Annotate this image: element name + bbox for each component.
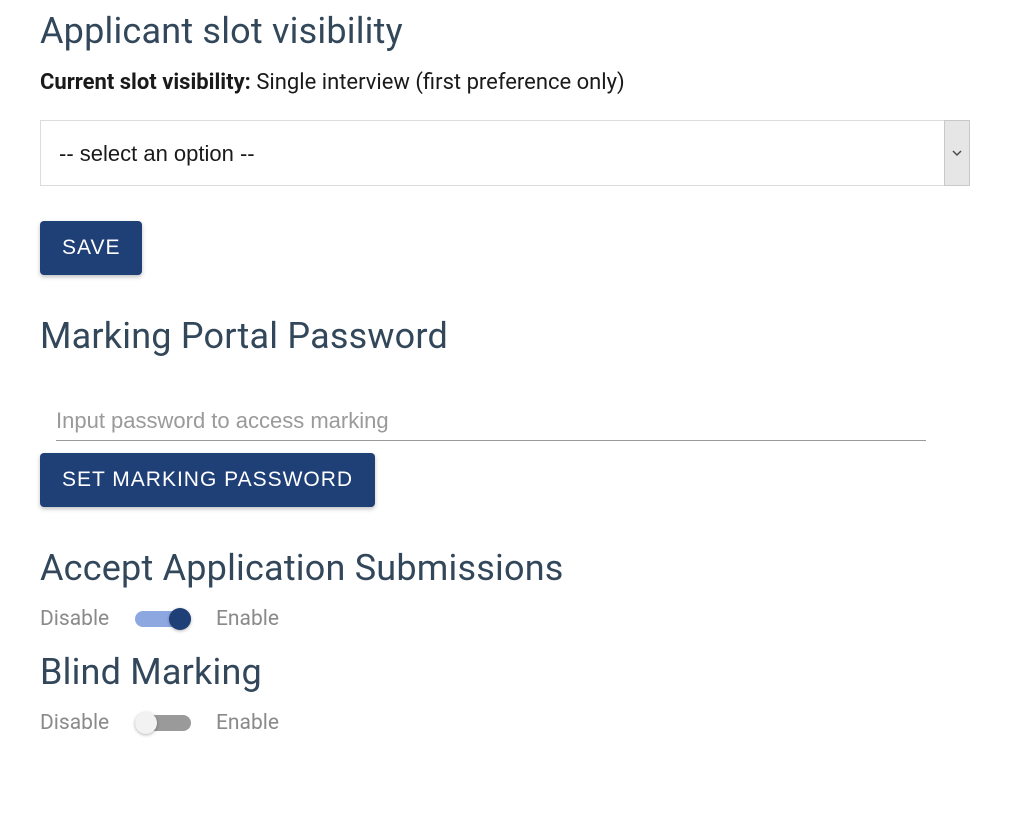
toggle-thumb bbox=[169, 608, 191, 630]
slot-visibility-section: Applicant slot visibility Current slot v… bbox=[40, 10, 970, 275]
marking-password-input-wrap bbox=[40, 402, 970, 441]
accept-submissions-section: Accept Application Submissions Disable E… bbox=[40, 547, 970, 631]
blind-marking-section: Blind Marking Disable Enable bbox=[40, 651, 970, 735]
accept-submissions-enable-label: Enable bbox=[216, 607, 286, 631]
accept-submissions-toggle[interactable] bbox=[135, 608, 191, 630]
current-slot-visibility-value: Single interview (first preference only) bbox=[256, 70, 624, 95]
slot-visibility-select[interactable]: -- select an option -- bbox=[40, 120, 970, 186]
current-slot-visibility-label: Current slot visibility: bbox=[40, 70, 251, 95]
accept-submissions-disable-label: Disable bbox=[40, 607, 110, 631]
slot-visibility-heading: Applicant slot visibility bbox=[40, 10, 970, 52]
marking-password-heading: Marking Portal Password bbox=[40, 315, 970, 357]
accept-submissions-heading: Accept Application Submissions bbox=[40, 547, 970, 589]
save-button[interactable]: SAVE bbox=[40, 221, 142, 275]
slot-visibility-select-wrap: -- select an option -- bbox=[40, 120, 970, 186]
current-slot-visibility-row: Current slot visibility: Single intervie… bbox=[40, 70, 970, 95]
blind-marking-toggle-row: Disable Enable bbox=[40, 711, 970, 735]
blind-marking-heading: Blind Marking bbox=[40, 651, 970, 693]
blind-marking-enable-label: Enable bbox=[216, 711, 286, 735]
marking-password-section: Marking Portal Password SET MARKING PASS… bbox=[40, 315, 970, 507]
accept-submissions-toggle-row: Disable Enable bbox=[40, 607, 970, 631]
set-marking-password-button[interactable]: SET MARKING PASSWORD bbox=[40, 453, 375, 507]
blind-marking-disable-label: Disable bbox=[40, 711, 110, 735]
marking-password-input[interactable] bbox=[56, 402, 926, 441]
toggle-thumb bbox=[135, 712, 157, 734]
blind-marking-toggle[interactable] bbox=[135, 712, 191, 734]
